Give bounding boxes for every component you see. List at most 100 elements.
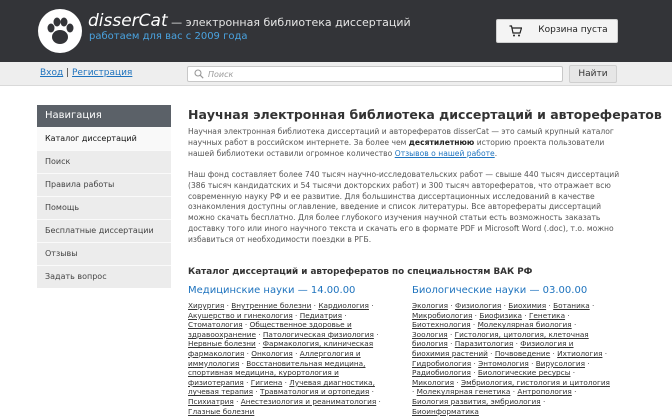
specialty-link[interactable]: Зоология bbox=[412, 330, 448, 339]
specialty-link[interactable]: Паразитология bbox=[455, 339, 514, 348]
sidebar-item-search[interactable]: Поиск bbox=[37, 150, 171, 173]
sidebar-title: Навигация bbox=[37, 105, 171, 127]
specialty-link[interactable]: Молекулярная биология bbox=[478, 320, 572, 329]
specialty-link[interactable]: Акушерство и гинекология bbox=[188, 311, 293, 320]
cart-icon bbox=[509, 25, 522, 37]
register-link[interactable]: Регистрация bbox=[72, 68, 132, 78]
reviews-link[interactable]: Отзывов о нашей работе bbox=[395, 149, 495, 158]
paw-logo-icon[interactable] bbox=[38, 9, 82, 53]
specialty-link[interactable]: Кардиология bbox=[318, 301, 369, 310]
biological-sciences-list: Экология · Физиология · Биохимия · Ботан… bbox=[412, 301, 612, 416]
specialty-link[interactable]: Гигиена bbox=[251, 378, 283, 387]
specialty-link[interactable]: Анестезиология и реаниматология bbox=[241, 397, 376, 406]
sidebar-item-catalog[interactable]: Каталог диссертаций bbox=[37, 127, 171, 150]
specialty-link[interactable]: Биохимия bbox=[508, 301, 546, 310]
list-separator: · bbox=[447, 329, 455, 339]
list-separator: · bbox=[540, 396, 546, 406]
specialty-link[interactable]: Микология bbox=[412, 378, 454, 387]
list-separator: · bbox=[242, 320, 250, 330]
specialty-link[interactable]: Ботаника bbox=[553, 301, 590, 310]
list-separator: · bbox=[369, 387, 374, 397]
list-separator: · bbox=[376, 396, 381, 406]
specialty-link[interactable]: Психиатрия bbox=[188, 397, 234, 406]
fund-paragraph: Наш фонд составляет более 740 тысяч науч… bbox=[188, 170, 620, 244]
list-separator: · bbox=[487, 348, 495, 358]
list-separator: · bbox=[341, 310, 347, 320]
main-content: Научная электронная библиотека диссертац… bbox=[188, 107, 662, 416]
list-separator: · bbox=[565, 310, 570, 320]
specialty-link[interactable]: Радиобиология bbox=[412, 368, 471, 377]
specialty-link[interactable]: Гидробиология bbox=[412, 359, 471, 368]
specialty-link[interactable]: Биоинформатика bbox=[412, 407, 479, 416]
sidebar-item-help[interactable]: Помощь bbox=[37, 196, 171, 219]
specialty-link[interactable]: Ихтиология bbox=[557, 349, 602, 358]
list-separator: · bbox=[373, 329, 379, 339]
specialty-link[interactable]: Эмбриология, гистология и цитология bbox=[461, 378, 610, 387]
list-separator: · bbox=[243, 377, 251, 387]
specialty-link[interactable]: Хирургия bbox=[188, 301, 224, 310]
cart-label: Корзина пуста bbox=[538, 25, 608, 35]
specialty-link[interactable]: Биологические ресурсы bbox=[478, 368, 571, 377]
brand-tagline: — электронная библиотека диссертаций bbox=[167, 16, 411, 29]
biological-sciences-heading[interactable]: Биологические науки — 03.00.00 bbox=[412, 285, 587, 296]
list-separator: · bbox=[589, 301, 595, 310]
sidebar-item-ask-question[interactable]: Задать вопрос bbox=[37, 265, 171, 288]
specialty-link[interactable]: Стоматология bbox=[188, 320, 243, 329]
sidebar-item-reviews[interactable]: Отзывы bbox=[37, 242, 171, 265]
specialty-link[interactable]: Биотехнология bbox=[412, 320, 471, 329]
intro-bold: десятилетнюю bbox=[408, 137, 475, 147]
list-separator: · bbox=[522, 310, 529, 320]
specialty-link[interactable]: Педиатрия bbox=[300, 311, 342, 320]
specialty-link[interactable]: Вирусология bbox=[536, 359, 585, 368]
sidebar-item-rules[interactable]: Правила работы bbox=[37, 173, 171, 196]
list-separator: · bbox=[292, 310, 300, 320]
search-input[interactable] bbox=[208, 68, 558, 80]
list-separator: · bbox=[368, 301, 374, 310]
specialty-link[interactable]: Травматология и ортопедия bbox=[260, 387, 369, 396]
find-button[interactable]: Найти bbox=[569, 65, 617, 83]
specialty-link[interactable]: Онкология bbox=[251, 349, 292, 358]
specialty-link[interactable]: Глазные болезни bbox=[188, 407, 254, 416]
list-separator: · bbox=[602, 348, 608, 358]
top-bar: Вход | Регистрация Найти bbox=[0, 62, 672, 86]
specialty-link[interactable]: Экология bbox=[412, 301, 448, 310]
list-separator: · bbox=[233, 396, 241, 406]
list-separator: · bbox=[454, 377, 461, 387]
specialty-link[interactable]: Биология развития, эмбриология bbox=[412, 397, 541, 406]
page-title: Научная электронная библиотека диссертац… bbox=[188, 107, 662, 122]
medical-sciences-heading[interactable]: Медицинские науки — 14.00.00 bbox=[188, 285, 355, 296]
list-separator: · bbox=[255, 329, 263, 339]
brand-name: disserCat bbox=[88, 11, 168, 31]
search-icon bbox=[194, 69, 204, 79]
list-separator: · bbox=[253, 387, 260, 397]
brand-title[interactable]: disserCat — электронная библиотека диссе… bbox=[88, 11, 411, 31]
specialty-link[interactable]: Биофизика bbox=[479, 311, 522, 320]
list-separator: · bbox=[448, 301, 456, 310]
specialty-link[interactable]: Нервные болезни bbox=[188, 339, 256, 348]
sidebar-item-free-dissertations[interactable]: Бесплатные диссертации bbox=[37, 219, 171, 242]
list-separator: · bbox=[470, 320, 478, 330]
login-link[interactable]: Вход bbox=[40, 68, 63, 78]
medical-sciences-list: Хирургия · Внутренние болезни · Кардиоло… bbox=[188, 301, 388, 416]
specialty-link[interactable]: Почвоведение bbox=[495, 349, 550, 358]
list-separator: · bbox=[571, 387, 577, 397]
list-separator: · bbox=[528, 358, 536, 368]
list-separator: · bbox=[292, 348, 300, 358]
specialty-link[interactable]: Молекулярная генетика bbox=[417, 387, 511, 396]
cart-button[interactable]: Корзина пуста bbox=[496, 19, 618, 43]
specialty-link[interactable]: Генетика bbox=[529, 311, 565, 320]
specialty-link[interactable]: Энтомология bbox=[478, 359, 529, 368]
list-separator: · bbox=[585, 358, 590, 368]
search-box bbox=[187, 66, 563, 82]
list-separator: · bbox=[571, 320, 577, 330]
auth-links: Вход | Регистрация bbox=[40, 68, 132, 78]
sidebar-navigation: Навигация Каталог диссертаций Поиск Прав… bbox=[37, 105, 171, 288]
specialty-link[interactable]: Антропология bbox=[517, 387, 571, 396]
slogan: работаем для вас с 2009 года bbox=[89, 31, 248, 42]
specialty-link[interactable]: Физиология bbox=[455, 301, 501, 310]
specialty-link[interactable]: Микробиология bbox=[412, 311, 472, 320]
list-separator: · bbox=[447, 339, 455, 349]
specialty-link[interactable]: Внутренние болезни bbox=[231, 301, 311, 310]
catalog-title: Каталог диссертаций и авторефератов по с… bbox=[188, 267, 533, 277]
specialty-link[interactable]: Патологическая физиология bbox=[263, 330, 374, 339]
